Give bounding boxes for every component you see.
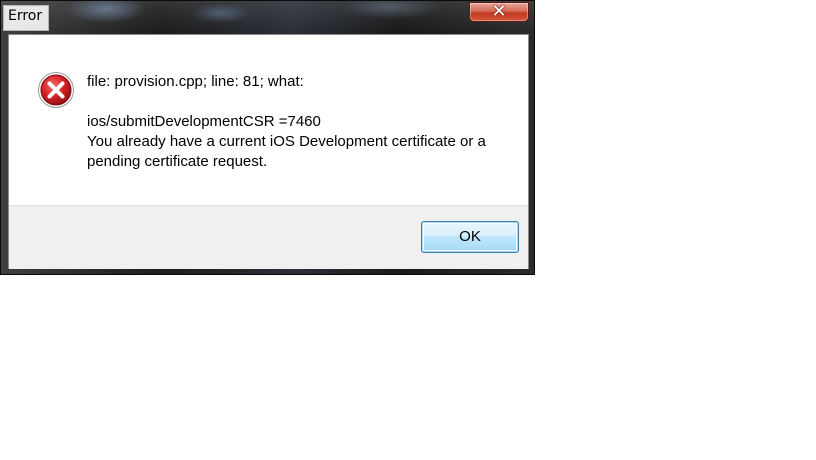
error-dialog-window: Error ✕ file: provision.cpp; line: 81; w…: [0, 0, 535, 275]
dialog-client-area: file: provision.cpp; line: 81; what: ios…: [8, 34, 529, 269]
error-icon: [38, 72, 74, 108]
close-icon: ✕: [491, 1, 507, 22]
message-area: file: provision.cpp; line: 81; what: ios…: [9, 35, 528, 205]
ok-button[interactable]: OK: [421, 221, 519, 253]
button-bar: OK: [9, 205, 528, 269]
error-message: file: provision.cpp; line: 81; what: ios…: [87, 72, 517, 172]
message-line-reason-cont: pending certificate request.: [87, 153, 268, 170]
window-title: Error: [8, 8, 43, 24]
close-button[interactable]: ✕: [469, 1, 529, 22]
message-line-endpoint: ios/submitDevelopmentCSR =7460: [87, 113, 321, 130]
title-bar[interactable]: [1, 1, 534, 31]
message-line-reason: You already have a current iOS Developme…: [87, 133, 486, 150]
message-line-file: file: provision.cpp; line: 81; what:: [87, 73, 304, 90]
